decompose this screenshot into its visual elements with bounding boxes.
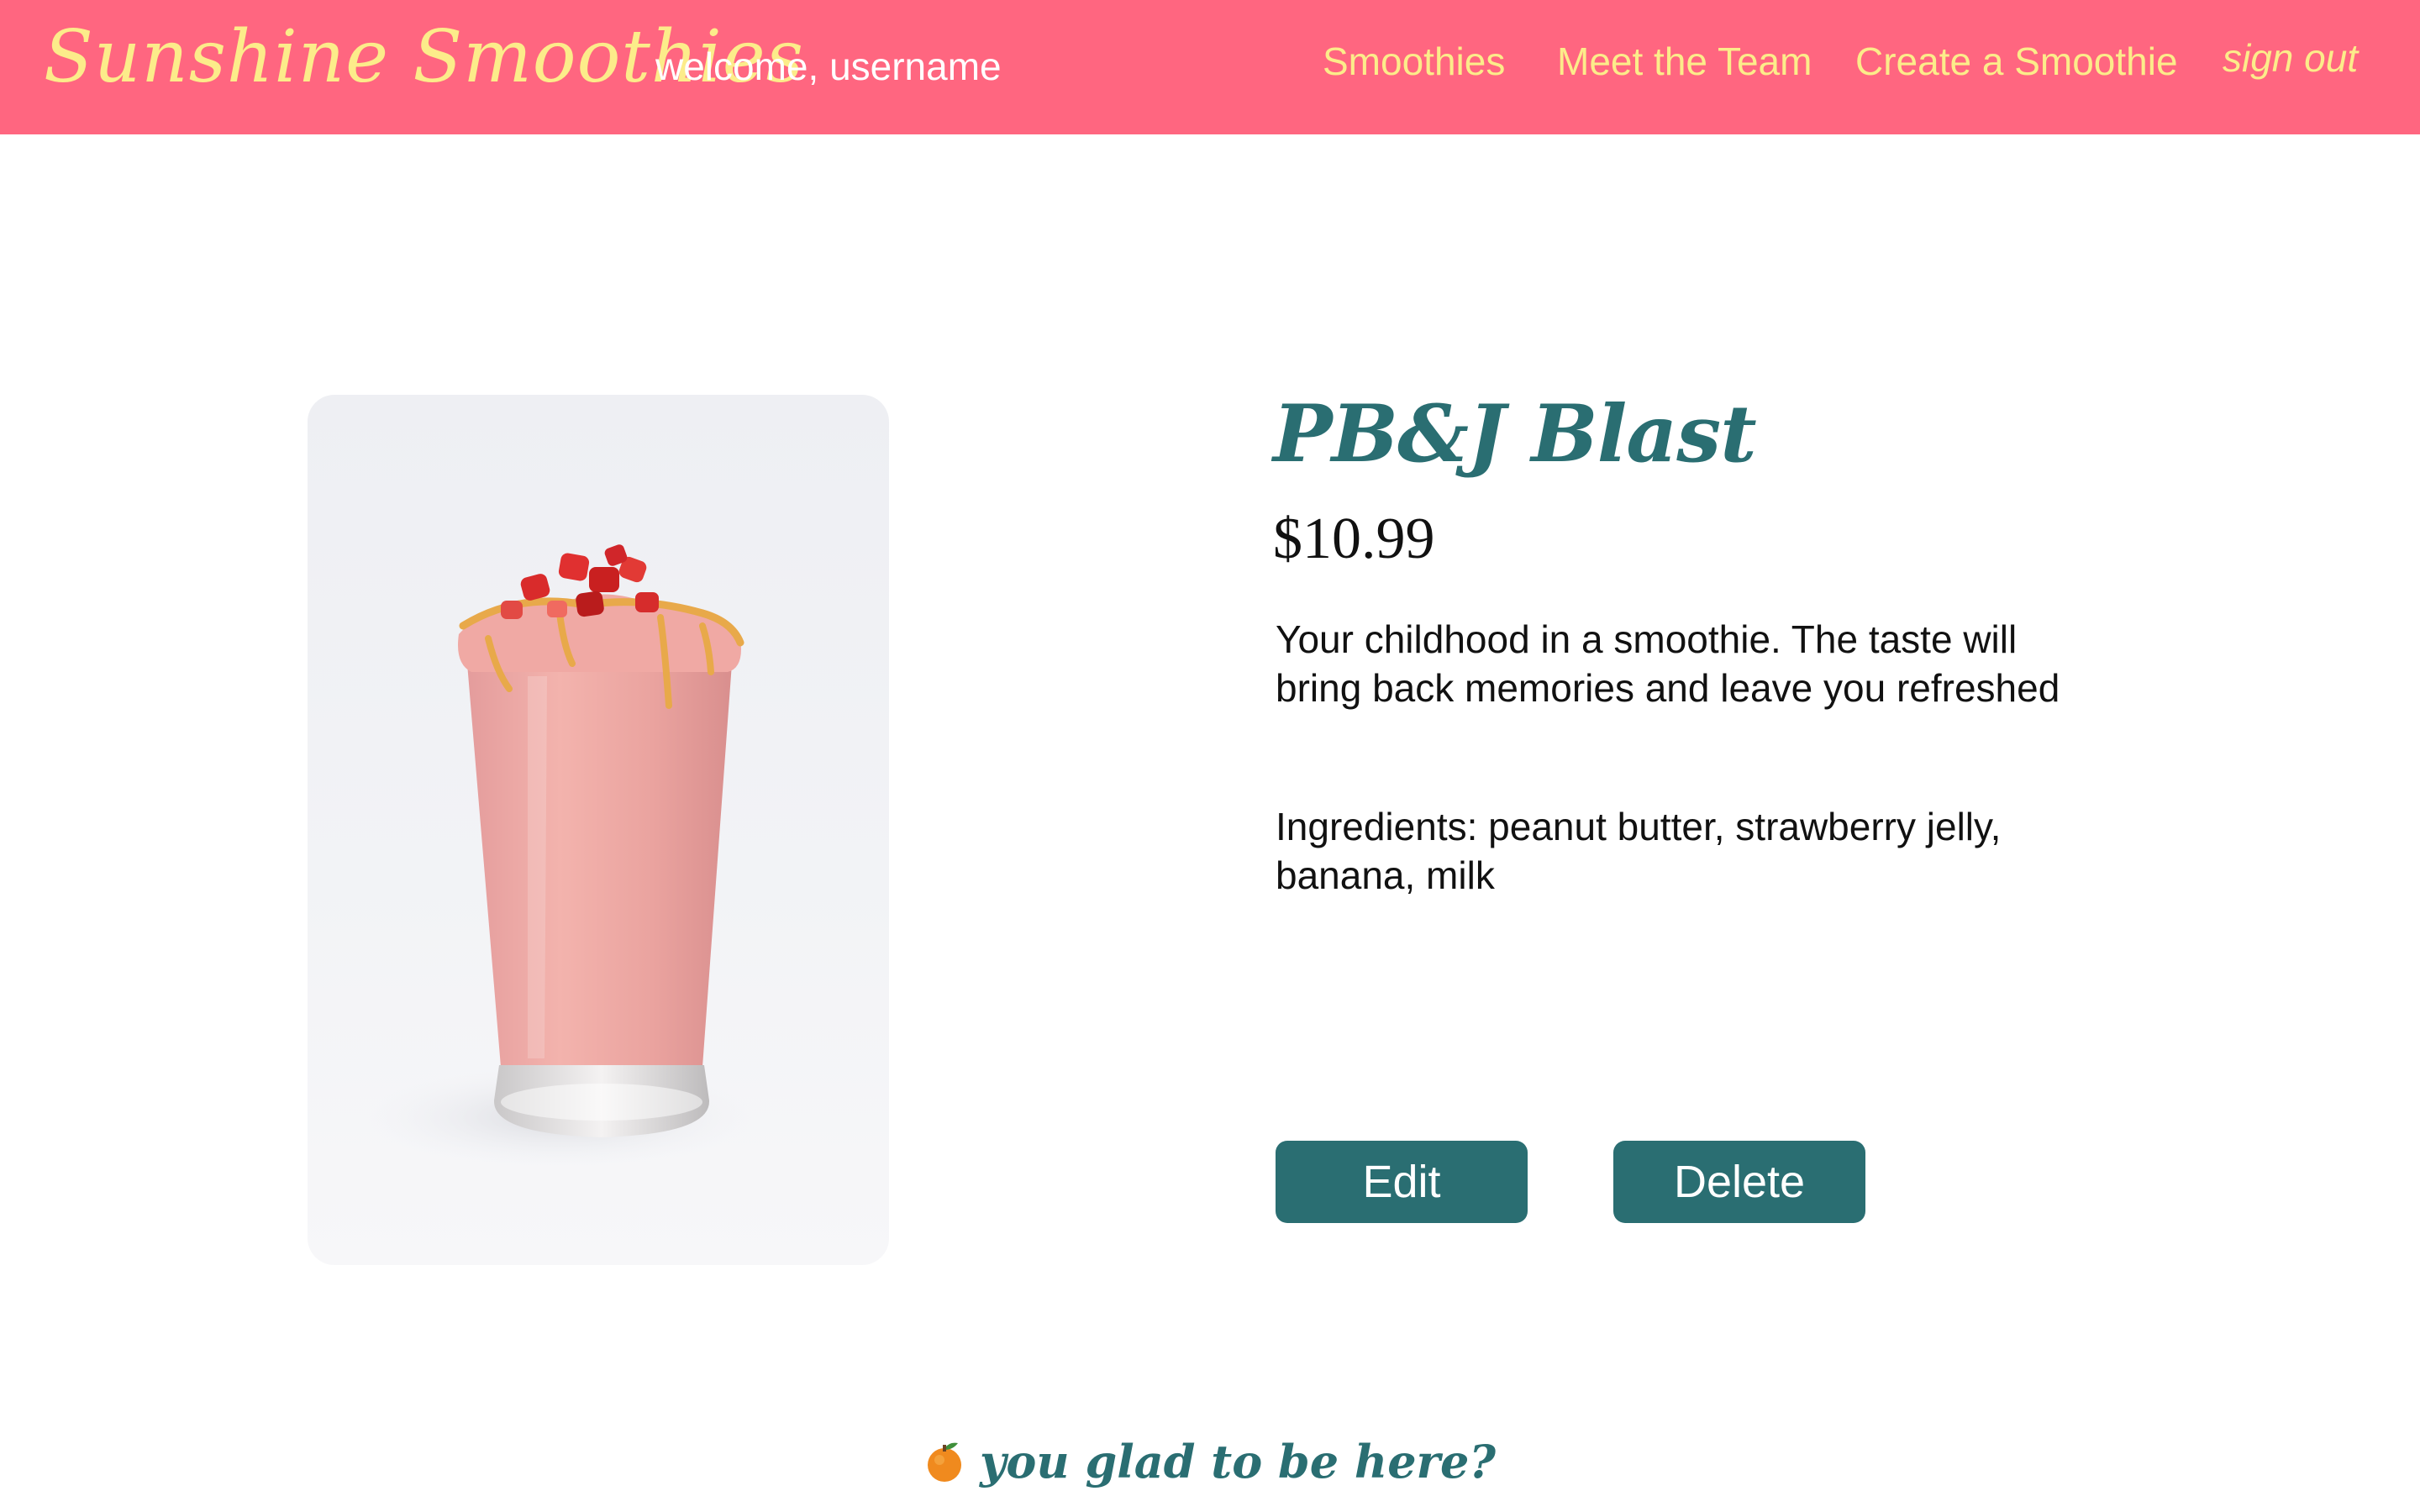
nav-smoothies-link[interactable]: Smoothies	[1323, 39, 1505, 84]
sign-out-link[interactable]: sign out	[2223, 35, 2358, 81]
top-navbar: Sunshine Smoothies welcome, username Smo…	[0, 0, 2420, 134]
edit-button[interactable]: Edit	[1276, 1141, 1528, 1223]
product-price: $10.99	[1273, 507, 1435, 571]
orange-icon	[924, 1440, 965, 1483]
product-description: Your childhood in a smoothie. The taste …	[1276, 617, 2060, 710]
product-ingredients: Ingredients: peanut butter, strawberry j…	[1276, 805, 2002, 897]
welcome-message: welcome, username	[655, 45, 1002, 88]
nav-meet-the-team-link[interactable]: Meet the Team	[1557, 39, 1812, 84]
smoothie-glass-illustration	[366, 544, 753, 1168]
footer: you glad to be here?	[0, 1428, 2420, 1495]
footer-tagline: you glad to be here?	[979, 1435, 1496, 1488]
delete-button[interactable]: Delete	[1613, 1141, 1865, 1223]
product-title: PB&J Blast	[1273, 388, 1757, 480]
product-image	[308, 395, 889, 1265]
nav-create-smoothie-link[interactable]: Create a Smoothie	[1855, 39, 2178, 84]
